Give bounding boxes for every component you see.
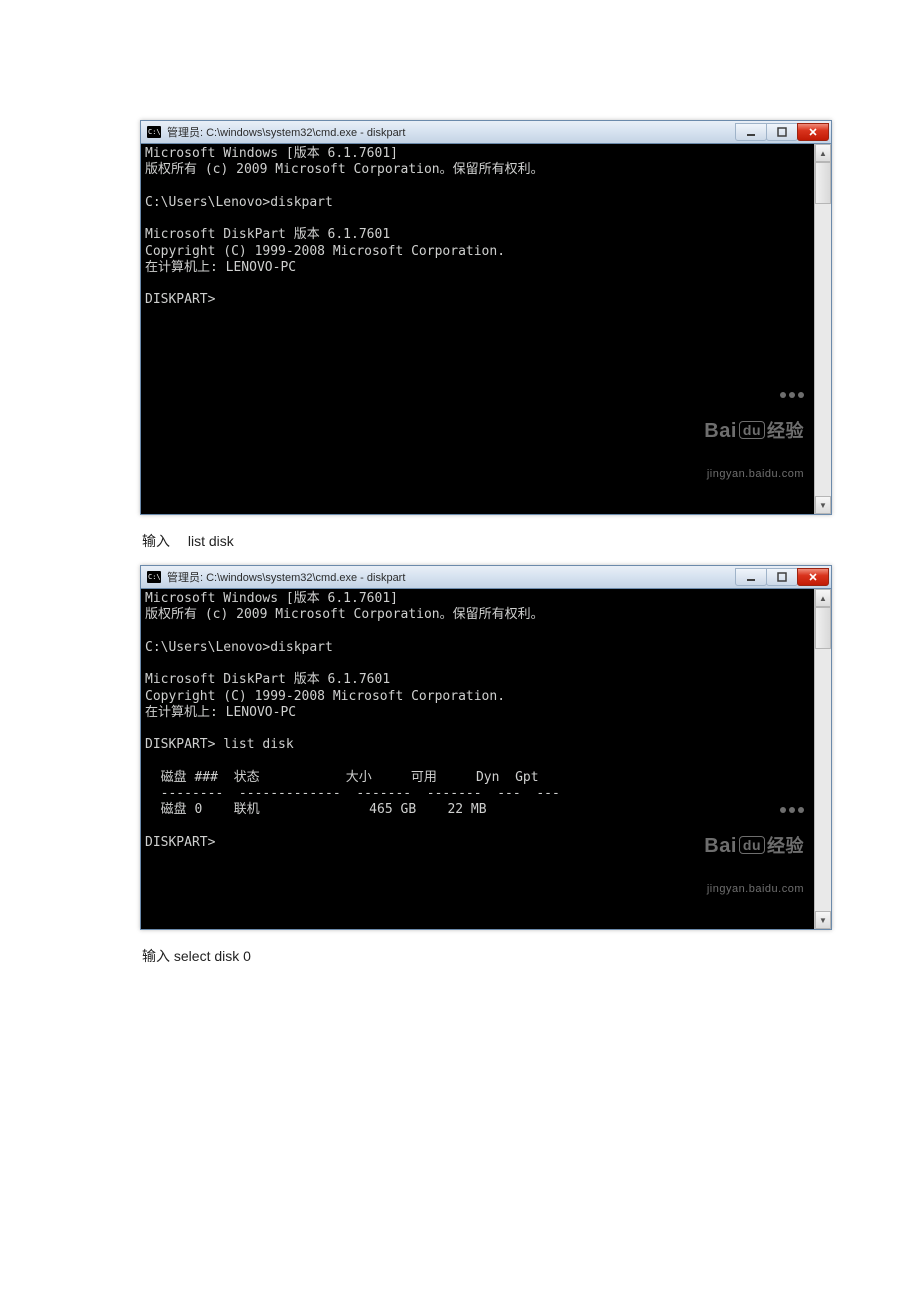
- watermark: Baidu经验 jingyan.baidu.com: [704, 779, 804, 923]
- scroll-up-button[interactable]: ▲: [815, 144, 831, 162]
- titlebar[interactable]: 管理员: C:\windows\system32\cmd.exe - diskp…: [141, 121, 831, 144]
- scroll-track[interactable]: [815, 649, 831, 911]
- window-title: 管理员: C:\windows\system32\cmd.exe - diskp…: [167, 124, 736, 140]
- maximize-button[interactable]: [766, 568, 798, 586]
- window-controls: [736, 568, 829, 586]
- caption-1: 输入 list disk: [142, 531, 780, 551]
- maximize-button[interactable]: [766, 123, 798, 141]
- minimize-button[interactable]: [735, 568, 767, 586]
- terminal-text: Microsoft Windows [版本 6.1.7601] 版权所有 (c)…: [145, 591, 560, 850]
- minimize-button[interactable]: [735, 123, 767, 141]
- cmd-icon: [147, 571, 161, 583]
- vertical-scrollbar[interactable]: ▲ ▼: [814, 144, 831, 514]
- close-button[interactable]: [797, 568, 829, 586]
- scroll-up-button[interactable]: ▲: [815, 589, 831, 607]
- scroll-down-button[interactable]: ▼: [815, 911, 831, 929]
- terminal-text: Microsoft Windows [版本 6.1.7601] 版权所有 (c)…: [145, 146, 544, 307]
- scroll-track[interactable]: [815, 204, 831, 496]
- window-controls: [736, 123, 829, 141]
- scroll-down-button[interactable]: ▼: [815, 496, 831, 514]
- caption-2: 输入 select disk 0: [142, 946, 780, 966]
- vertical-scrollbar[interactable]: ▲ ▼: [814, 589, 831, 929]
- terminal-output[interactable]: Microsoft Windows [版本 6.1.7601] 版权所有 (c)…: [141, 144, 814, 514]
- cmd-window-1: 管理员: C:\windows\system32\cmd.exe - diskp…: [140, 120, 832, 515]
- window-title: 管理员: C:\windows\system32\cmd.exe - diskp…: [167, 569, 736, 585]
- cmd-window-2: 管理员: C:\windows\system32\cmd.exe - diskp…: [140, 565, 832, 930]
- scroll-thumb[interactable]: [815, 607, 831, 649]
- titlebar[interactable]: 管理员: C:\windows\system32\cmd.exe - diskp…: [141, 566, 831, 589]
- terminal-output[interactable]: Microsoft Windows [版本 6.1.7601] 版权所有 (c)…: [141, 589, 814, 929]
- close-button[interactable]: [797, 123, 829, 141]
- cmd-icon: [147, 126, 161, 138]
- watermark: Baidu经验 jingyan.baidu.com: [704, 364, 804, 508]
- scroll-thumb[interactable]: [815, 162, 831, 204]
